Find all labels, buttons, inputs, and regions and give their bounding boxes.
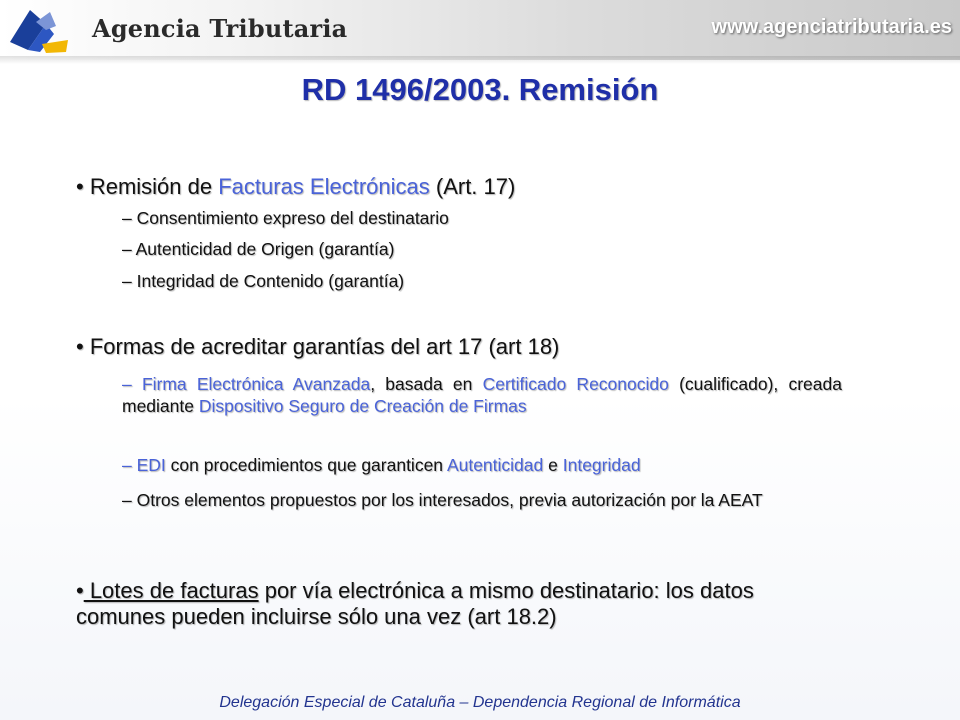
highlight-dispositivo-seguro: Dispositivo Seguro de Creación de Firmas — [198, 396, 527, 416]
sub-item-autenticidad: – Autenticidad de Origen (garantía) — [122, 239, 395, 259]
bullet-text: Formas de acreditar garantías del art 17… — [89, 334, 560, 359]
footer-text: Delegación Especial de Cataluña – Depend… — [219, 694, 741, 711]
highlight-certificado-reconocido: Certificado Reconocido — [482, 374, 669, 394]
bullet-lotes-facturas: • Lotes de facturas por vía electrónica … — [76, 578, 836, 630]
highlight-integridad: Integridad — [562, 455, 641, 475]
sub-item-text: , basada en — [370, 374, 483, 394]
highlight-firma-electronica: – Firma Electrónica Avanzada — [122, 374, 371, 394]
sub-item-integridad: – Integridad de Contenido (garantía) — [122, 271, 405, 291]
sub-item-otros-elementos: – Otros elementos propuestos por los int… — [122, 490, 763, 510]
sub-item-firma-electronica: – Firma Electrónica Avanzada, basada en … — [122, 373, 842, 417]
bullet-remision: • Remisión de Facturas Electrónicas (Art… — [76, 174, 515, 200]
bullet-mark: • — [76, 174, 84, 199]
bullet-mark: • — [76, 334, 84, 359]
bullet-text-article: (Art. 17) — [429, 174, 516, 199]
sub-item-text: e — [543, 455, 563, 475]
highlight-autenticidad: Autenticidad — [446, 455, 544, 475]
sub-item-consentimiento: – Consentimiento expreso del destinatari… — [122, 208, 449, 228]
bullet-mark: • — [76, 578, 84, 603]
slide-content: • Remisión de Facturas Electrónicas (Art… — [0, 0, 960, 720]
highlight-edi: – EDI — [122, 455, 166, 475]
sub-item-text: con procedimientos que garanticen — [165, 455, 447, 475]
bullet-text: Remisión de — [89, 174, 219, 199]
bullet-formas-acreditar: • Formas de acreditar garantías del art … — [76, 334, 559, 360]
underlined-lotes-facturas: Lotes de facturas — [83, 578, 259, 603]
highlight-facturas-electronicas: Facturas Electrónicas — [218, 174, 430, 199]
sub-item-edi: – EDI con procedimientos que garanticen … — [122, 454, 842, 476]
